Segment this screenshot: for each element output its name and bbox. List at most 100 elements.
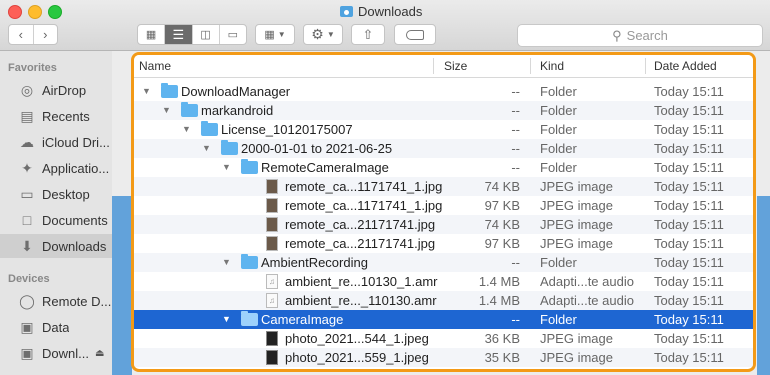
jpeg-thumbnail-icon bbox=[266, 236, 278, 251]
sidebar-item-recents[interactable]: ▤ Recents bbox=[0, 104, 112, 128]
tags-button[interactable] bbox=[394, 24, 436, 45]
table-row[interactable]: remote_ca...21171741.jpg 74 KB JPEG imag… bbox=[134, 215, 753, 234]
disclosure-triangle-icon[interactable]: ▼ bbox=[222, 314, 231, 324]
column-header: Name Size Kind Date Added bbox=[134, 55, 753, 78]
file-kind: JPEG image bbox=[540, 350, 613, 365]
zoom-window-button[interactable] bbox=[48, 5, 62, 19]
table-row[interactable]: ▼ DownloadManager -- Folder Today 15:11 bbox=[134, 82, 753, 101]
table-row[interactable]: remote_ca...1171741_1.jpg 97 KB JPEG ima… bbox=[134, 196, 753, 215]
table-row[interactable]: ▼ AmbientRecording -- Folder Today 15:11 bbox=[134, 253, 753, 272]
group-button[interactable]: ▦ ▼ bbox=[255, 24, 295, 45]
downloads-folder-icon bbox=[340, 5, 353, 17]
list-view-button[interactable]: ☰ bbox=[165, 25, 193, 44]
folder-icon bbox=[201, 121, 218, 136]
file-kind: Folder bbox=[540, 141, 577, 156]
table-row[interactable]: photo_2021...559_1.jpeg 35 KB JPEG image… bbox=[134, 348, 753, 367]
column-view-button[interactable]: ◫ bbox=[193, 25, 220, 44]
favorites-heading: Favorites bbox=[8, 62, 57, 74]
file-name: photo_2021...544_1.jpeg bbox=[285, 331, 429, 346]
table-row[interactable]: ▼ RemoteCameraImage -- Folder Today 15:1… bbox=[134, 158, 753, 177]
disclosure-triangle-icon[interactable]: ▼ bbox=[142, 86, 151, 96]
grid-icon: ▦ bbox=[145, 29, 157, 41]
file-name: remote_ca...21171741.jpg bbox=[285, 236, 436, 251]
table-row[interactable]: ♫ ambient_re...10130_1.amr 1.4 MB Adapti… bbox=[134, 272, 753, 291]
column-divider[interactable] bbox=[530, 58, 531, 74]
table-row[interactable]: ▼ License_10120175007 -- Folder Today 15… bbox=[134, 120, 753, 139]
eject-icon[interactable]: ⏏ bbox=[95, 348, 104, 359]
file-size: -- bbox=[511, 255, 520, 270]
table-row[interactable]: ▼ markandroid -- Folder Today 15:11 bbox=[134, 101, 753, 120]
file-date-added: Today 15:11 bbox=[654, 274, 724, 289]
share-icon: ⇧ bbox=[362, 26, 374, 42]
table-row[interactable]: ▼ 2000-01-01 to 2021-06-25 -- Folder Tod… bbox=[134, 139, 753, 158]
disclosure-triangle-icon[interactable]: ▼ bbox=[202, 143, 211, 153]
file-name: ambient_re..._110130.amr bbox=[285, 293, 437, 308]
sidebar-item-downloads[interactable]: ⬇ Downloads bbox=[0, 234, 112, 258]
file-size: 35 KB bbox=[484, 350, 520, 365]
file-date-added: Today 15:11 bbox=[654, 293, 724, 308]
minimize-window-button[interactable] bbox=[28, 5, 42, 19]
sidebar-item-icloud[interactable]: ☁ iCloud Dri... bbox=[0, 130, 112, 154]
file-kind: Folder bbox=[540, 103, 577, 118]
table-row[interactable]: photo_2021...544_1.jpeg 36 KB JPEG image… bbox=[134, 329, 753, 348]
folder-icon bbox=[241, 159, 258, 174]
sidebar-item-remote-disc[interactable]: ◯ Remote D... bbox=[0, 289, 112, 313]
column-divider[interactable] bbox=[645, 58, 646, 74]
search-field[interactable]: ⚲ Search bbox=[517, 24, 763, 47]
file-size: 1.4 MB bbox=[478, 274, 520, 289]
share-button[interactable]: ⇧ bbox=[351, 24, 385, 45]
display-icon: ◯ bbox=[19, 292, 35, 309]
disclosure-triangle-icon[interactable]: ▼ bbox=[162, 105, 171, 115]
table-row[interactable]: remote_ca...21171741.jpg 97 KB JPEG imag… bbox=[134, 234, 753, 253]
table-row[interactable]: remote_ca...1171741_1.jpg 74 KB JPEG ima… bbox=[134, 177, 753, 196]
close-window-button[interactable] bbox=[8, 5, 22, 19]
back-button[interactable]: ‹ bbox=[9, 25, 34, 44]
file-date-added: Today 15:11 bbox=[654, 255, 724, 270]
devices-heading: Devices bbox=[8, 273, 50, 285]
disclosure-triangle-icon[interactable]: ▼ bbox=[182, 124, 191, 134]
column-size[interactable]: Size bbox=[444, 59, 467, 73]
icon-view-button[interactable]: ▦ bbox=[138, 25, 166, 44]
file-kind: JPEG image bbox=[540, 236, 613, 251]
tag-icon bbox=[406, 29, 424, 40]
sidebar-item-data[interactable]: ▣ Data bbox=[0, 315, 112, 339]
column-name[interactable]: Name bbox=[139, 59, 171, 73]
chevron-down-icon: ▼ bbox=[326, 30, 335, 39]
file-date-added: Today 15:11 bbox=[654, 84, 724, 99]
table-row-selected[interactable]: ▼ CameraImage -- Folder Today 15:11 bbox=[134, 310, 753, 329]
file-size: 74 KB bbox=[484, 217, 520, 232]
file-size: 97 KB bbox=[484, 236, 520, 251]
sidebar-item-applications[interactable]: ✦ Applicatio... bbox=[0, 156, 112, 180]
jpeg-thumbnail-icon bbox=[266, 331, 278, 346]
file-kind: JPEG image bbox=[540, 217, 613, 232]
file-size: 97 KB bbox=[484, 198, 520, 213]
folder-icon bbox=[161, 83, 178, 98]
gallery-view-button[interactable]: ▭ bbox=[220, 25, 246, 44]
file-list: Name Size Kind Date Added ▼ DownloadMana… bbox=[131, 52, 756, 372]
cloud-icon: ☁ bbox=[20, 133, 34, 150]
action-button[interactable]: ⚙ ▼ bbox=[303, 24, 343, 45]
disclosure-triangle-icon[interactable]: ▼ bbox=[222, 162, 231, 172]
file-kind: JPEG image bbox=[540, 331, 613, 346]
chevron-left-icon: ‹ bbox=[18, 27, 23, 42]
disk-icon: ▣ bbox=[20, 344, 34, 361]
sidebar-item-documents[interactable]: □ Documents bbox=[0, 208, 112, 232]
column-kind[interactable]: Kind bbox=[540, 59, 564, 73]
folder-icon bbox=[241, 311, 258, 326]
table-row[interactable]: ♫ ambient_re..._110130.amr 1.4 MB Adapti… bbox=[134, 291, 753, 310]
file-name: remote_ca...1171741_1.jpg bbox=[285, 198, 443, 213]
file-name: 2000-01-01 to 2021-06-25 bbox=[241, 141, 393, 156]
file-name: CameraImage bbox=[261, 312, 344, 327]
sidebar-item-airdrop[interactable]: ◎ AirDrop bbox=[0, 78, 112, 102]
forward-button[interactable]: › bbox=[34, 25, 58, 44]
sidebar-item-desktop[interactable]: ▭ Desktop bbox=[0, 182, 112, 206]
column-divider[interactable] bbox=[433, 58, 434, 74]
disclosure-triangle-icon[interactable]: ▼ bbox=[222, 257, 231, 267]
file-date-added: Today 15:11 bbox=[654, 217, 724, 232]
sidebar-item-downloads-volume[interactable]: ▣ Downl... ⏏ bbox=[0, 341, 112, 365]
gallery-icon: ▭ bbox=[227, 29, 239, 41]
applications-icon: ✦ bbox=[21, 159, 33, 176]
file-size: 74 KB bbox=[484, 179, 520, 194]
column-date-added[interactable]: Date Added bbox=[654, 59, 717, 73]
audio-file-icon: ♫ bbox=[266, 274, 278, 289]
